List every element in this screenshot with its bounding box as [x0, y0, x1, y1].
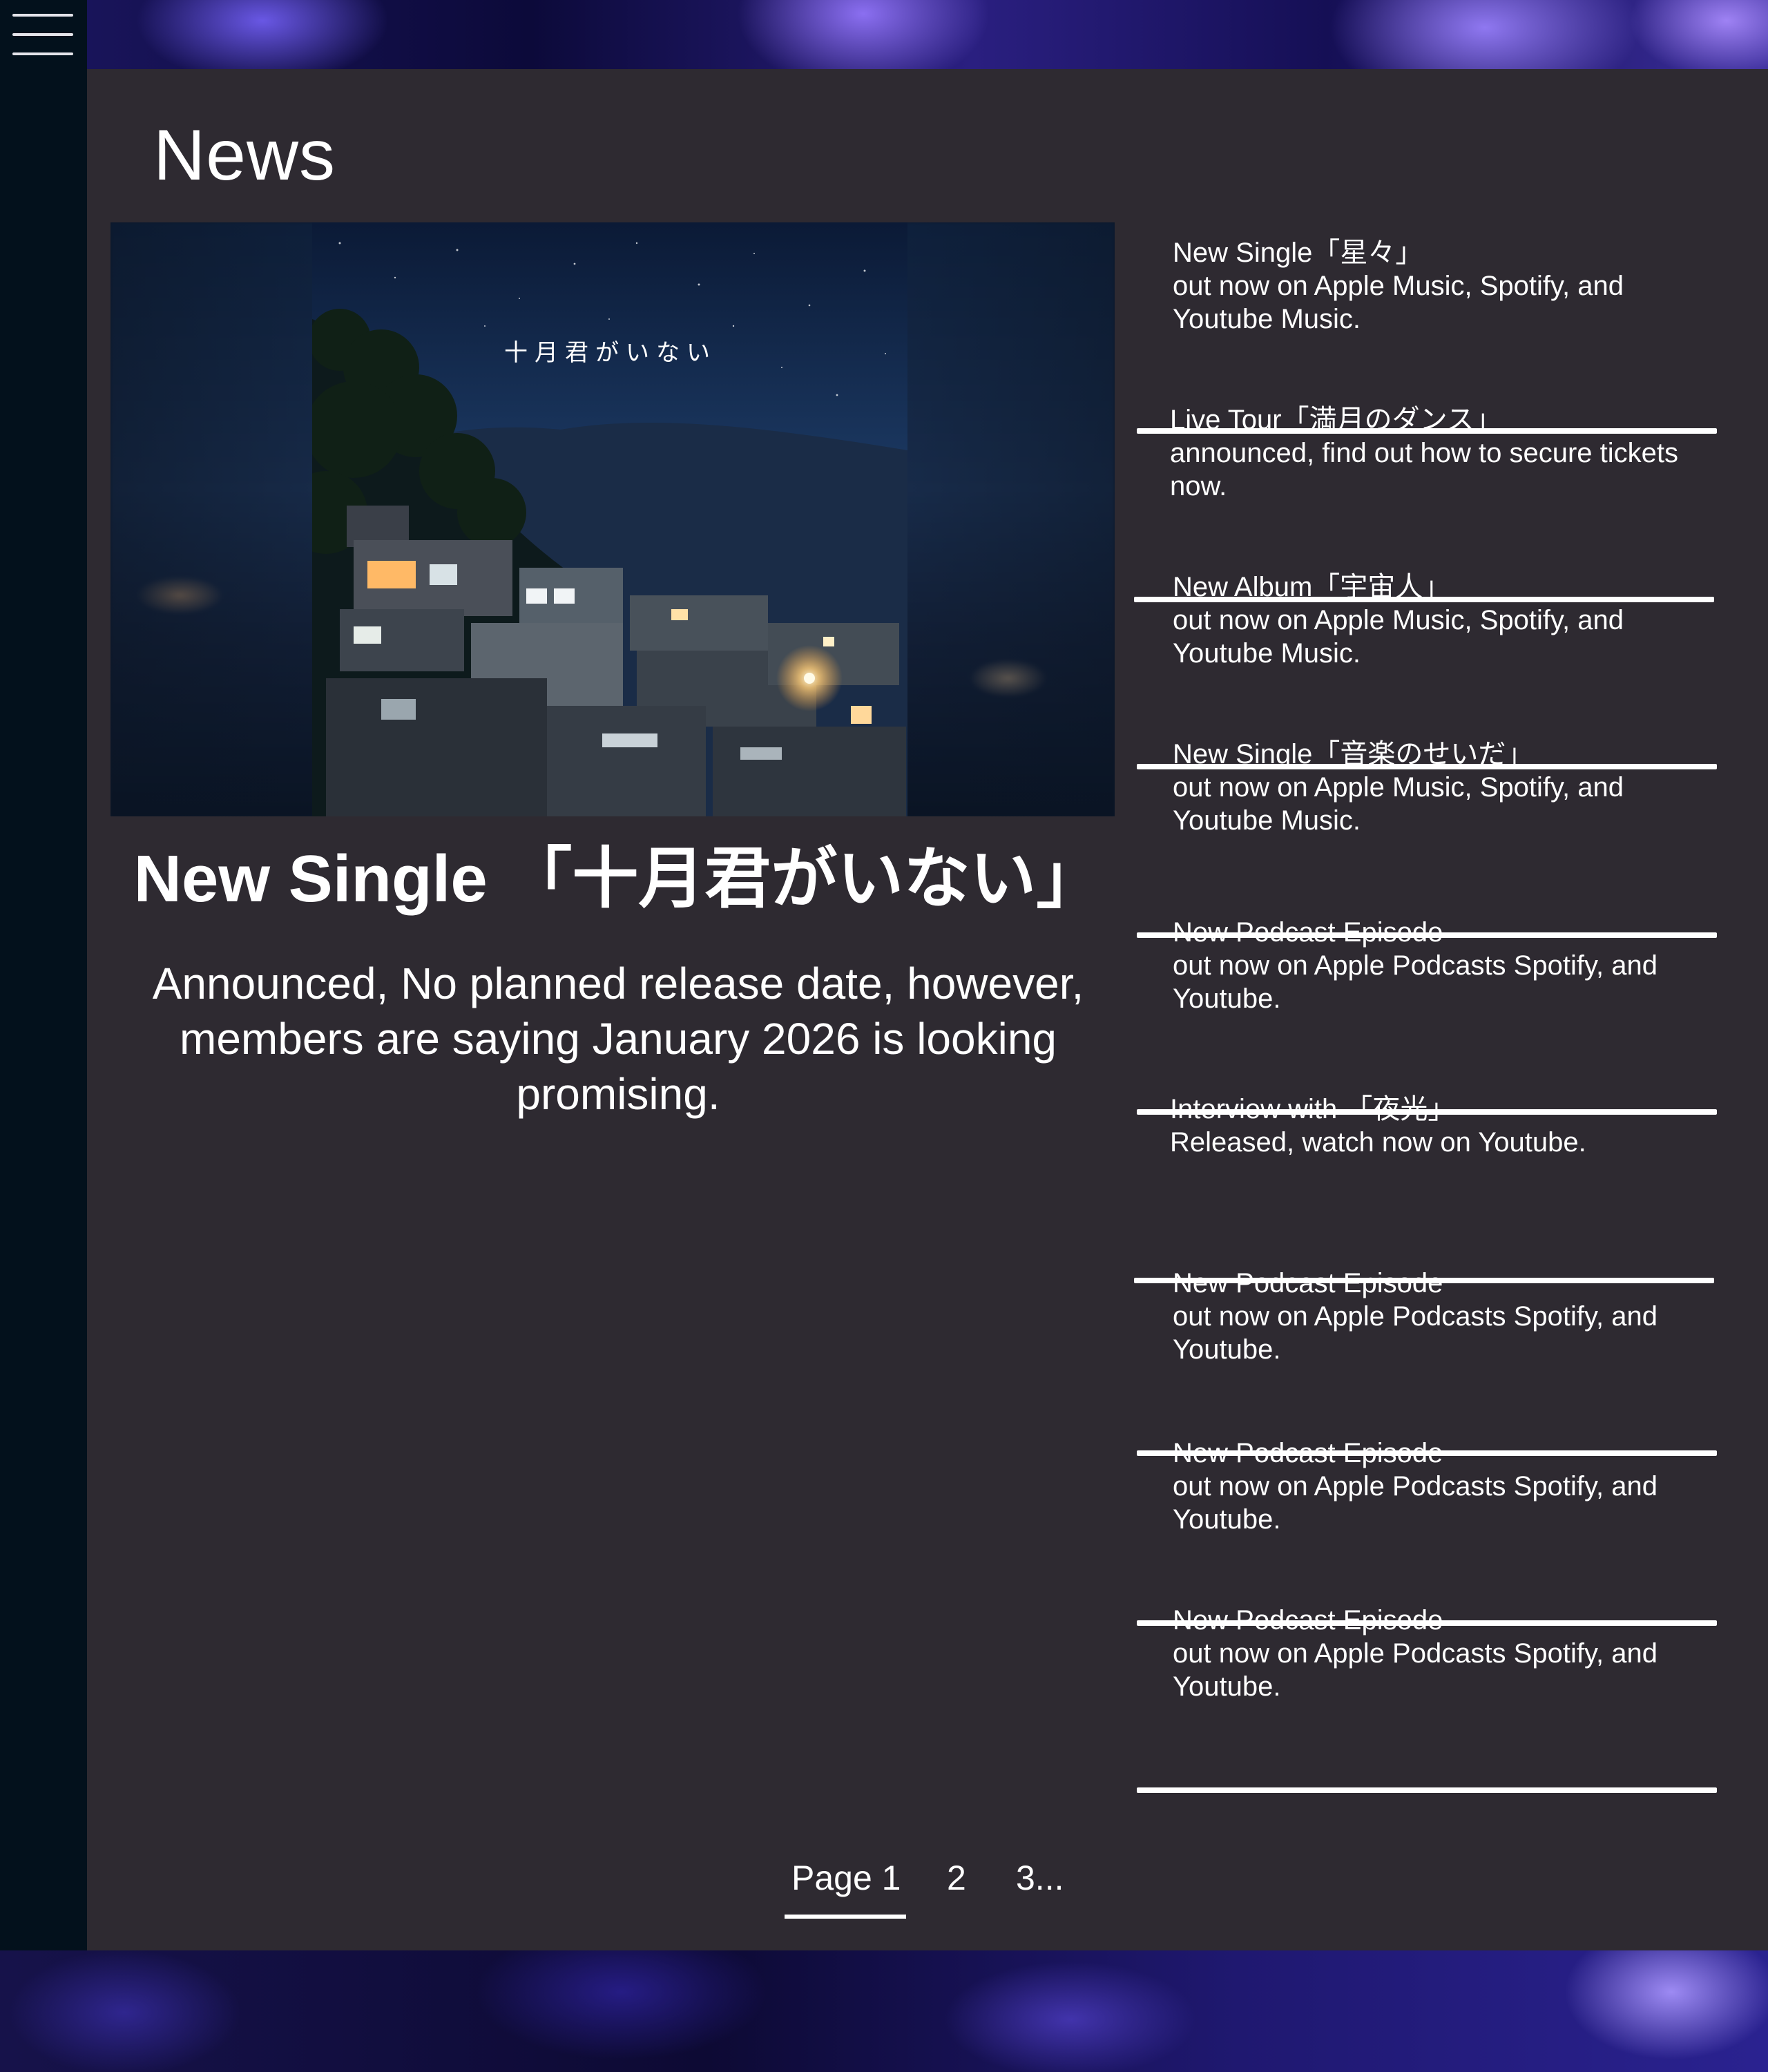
news-item[interactable]: New Podcast Episode out now on Apple Pod… — [1137, 1560, 1731, 1793]
cover-title-text: 十月君がいない — [504, 339, 717, 367]
sidebar — [0, 0, 87, 1950]
news-item-text: New Podcast Episode out now on Apple Pod… — [1173, 1268, 1658, 1365]
news-item-text: New Podcast Episode out now on Apple Pod… — [1173, 1438, 1658, 1535]
page-3-more-link[interactable]: 3... — [1016, 1858, 1064, 1898]
news-item[interactable]: New Podcast Episode out now on Apple Pod… — [1137, 1392, 1731, 1626]
page-2-link[interactable]: 2 — [947, 1858, 966, 1898]
featured-image[interactable]: 十月君がいない — [110, 222, 1115, 816]
news-item[interactable]: Interview with 「夜光」 Released, watch now … — [1134, 1058, 1731, 1283]
news-item[interactable]: New Single「星々」 out now on Apple Music, S… — [1137, 222, 1731, 434]
top-background-banner — [0, 0, 1768, 69]
featured-title[interactable]: New Single 「十月君がいない」 — [110, 825, 1126, 921]
bottom-background-banner — [0, 1950, 1768, 2072]
news-item[interactable]: Live Tour「満月のダンス」 announced, find out ho… — [1134, 390, 1731, 602]
news-item-text: New Album「宇宙人」 out now on Apple Music, S… — [1173, 572, 1624, 669]
news-item[interactable]: New Single「音楽のせいだ」 out now on Apple Musi… — [1137, 724, 1731, 938]
news-item-text: Live Tour「満月のダンス」 announced, find out ho… — [1170, 405, 1679, 501]
news-item-text: New Single「音楽のせいだ」 out now on Apple Musi… — [1173, 739, 1624, 836]
page-title: News — [153, 115, 336, 195]
news-item-text: New Single「星々」 out now on Apple Music, S… — [1173, 238, 1624, 334]
current-page-underline — [785, 1915, 906, 1919]
news-item-text: New Podcast Episode out now on Apple Pod… — [1173, 1605, 1658, 1702]
menu-line — [12, 33, 73, 36]
page-1-link[interactable]: Page 1 — [791, 1858, 901, 1898]
news-list: New Single「星々」 out now on Apple Music, S… — [1134, 222, 1731, 1793]
news-item-text: New Podcast Episode out now on Apple Pod… — [1173, 917, 1658, 1014]
blur-edge-left — [110, 222, 312, 816]
news-item[interactable]: New Podcast Episode out now on Apple Pod… — [1137, 1225, 1731, 1456]
featured-description: Announced, No planned release date, howe… — [152, 959, 1084, 1119]
hamburger-menu-icon[interactable] — [12, 10, 73, 59]
news-item[interactable]: New Album「宇宙人」 out now on Apple Music, S… — [1137, 557, 1731, 769]
album-cover-art: 十月君がいない — [312, 222, 907, 816]
menu-line — [12, 52, 73, 55]
blur-edge-right — [907, 222, 1115, 816]
news-panel: News 十月君がいない New Single 「十月君がいない」 Announ… — [87, 69, 1768, 1950]
news-item[interactable]: New Podcast Episode out now on Apple Pod… — [1137, 891, 1731, 1115]
news-divider — [1137, 1787, 1717, 1793]
menu-line — [12, 14, 73, 17]
news-item-text: Interview with 「夜光」 Released, watch now … — [1170, 1094, 1586, 1158]
